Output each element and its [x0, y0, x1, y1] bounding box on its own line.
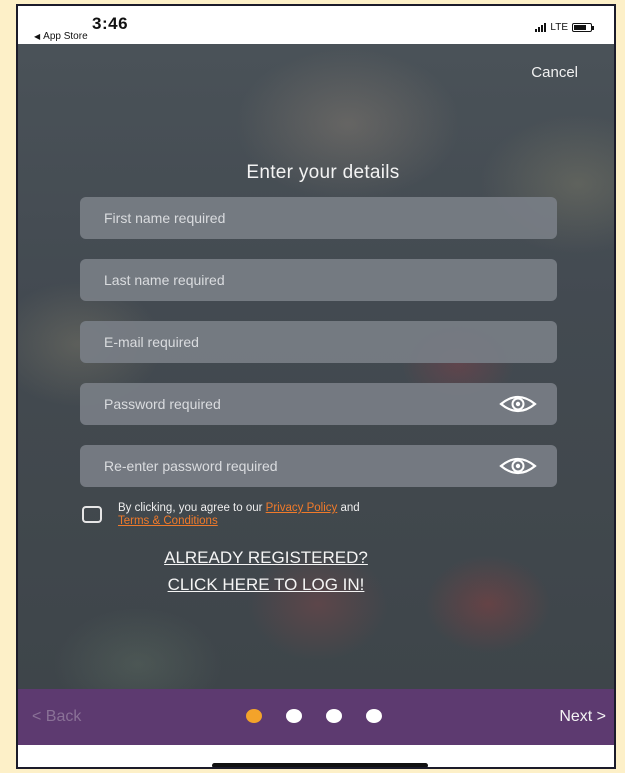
signal-icon: [535, 22, 547, 32]
battery-icon: [572, 22, 594, 32]
privacy-policy-link[interactable]: Privacy Policy: [266, 502, 338, 514]
re-password-input[interactable]: [80, 445, 499, 487]
page-title: Enter your details: [246, 162, 400, 183]
back-triangle-icon: ◀: [34, 32, 41, 41]
page-indicator: [246, 709, 382, 723]
status-bar: 3:46 ◀ App Store LTE: [18, 6, 614, 44]
page-dot: [366, 709, 382, 723]
phone-frame: 3:46 ◀ App Store LTE Cancel Enter your de…: [16, 4, 616, 769]
home-area: [18, 745, 614, 767]
password-field[interactable]: [80, 383, 557, 425]
last-name-input[interactable]: [80, 259, 557, 301]
terms-text: By clicking, you agree to our Privacy Po…: [118, 502, 360, 528]
password-input[interactable]: [80, 383, 499, 425]
first-name-input[interactable]: [80, 197, 557, 239]
terms-checkbox[interactable]: [82, 506, 102, 523]
next-button[interactable]: Next >: [559, 708, 606, 726]
status-time: 3:46: [92, 14, 129, 33]
home-indicator[interactable]: [212, 763, 428, 767]
click-to-login-link[interactable]: CLICK HERE TO LOG IN!: [116, 571, 416, 598]
back-to-app-link[interactable]: ◀ App Store: [34, 31, 88, 42]
page-dot: [326, 709, 342, 723]
page-dot-active: [246, 709, 262, 723]
back-app-label: App Store: [43, 31, 88, 42]
login-link-block: ALREADY REGISTERED? CLICK HERE TO LOG IN…: [18, 544, 614, 598]
cancel-button[interactable]: Cancel: [531, 64, 578, 81]
already-registered-link[interactable]: ALREADY REGISTERED?: [116, 544, 416, 571]
terms-agreement: By clicking, you agree to our Privacy Po…: [82, 502, 522, 528]
re-password-field[interactable]: [80, 445, 557, 487]
terms-prefix: By clicking, you agree to our: [118, 502, 266, 514]
carrier-status: LTE: [535, 21, 594, 33]
bottom-nav-bar: < Back Next >: [18, 689, 614, 745]
terms-middle: and: [337, 502, 360, 514]
signup-screen: Cancel Enter your details First name req…: [18, 44, 614, 689]
terms-conditions-link[interactable]: Terms & Conditions: [118, 515, 218, 527]
email-field[interactable]: [80, 321, 557, 363]
back-button[interactable]: < Back: [32, 708, 81, 726]
first-name-field[interactable]: [80, 197, 557, 239]
network-label: LTE: [550, 21, 568, 33]
eye-icon[interactable]: [499, 393, 537, 415]
last-name-field[interactable]: [80, 259, 557, 301]
page-dot: [286, 709, 302, 723]
email-input[interactable]: [80, 321, 557, 363]
eye-icon[interactable]: [499, 455, 537, 477]
